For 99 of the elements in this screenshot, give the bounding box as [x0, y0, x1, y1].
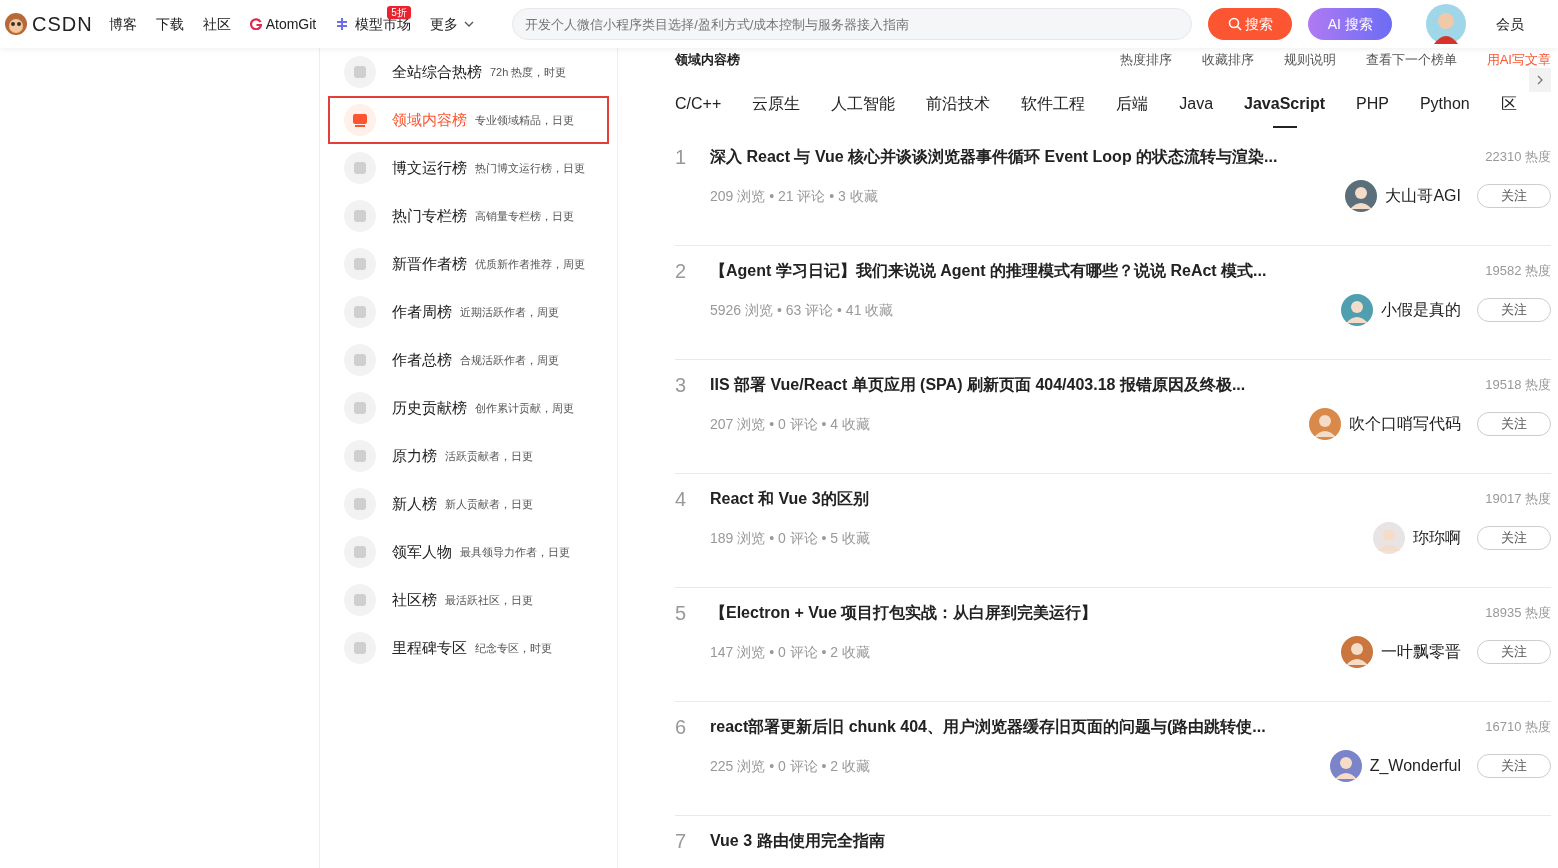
search-icon: [1227, 17, 1242, 31]
ranking-menu-item[interactable]: 新人榜 新人贡献者，日更: [328, 480, 609, 528]
author-name[interactable]: 珎珎啊: [1413, 526, 1461, 550]
ranking-menu-item[interactable]: 新晋作者榜 优质新作者推荐，周更: [328, 240, 609, 288]
nav-link[interactable]: 博客: [108, 13, 137, 35]
article-stats: 5926 浏览 • 63 评论 • 41 收藏: [710, 300, 894, 320]
article-title[interactable]: React 和 Vue 3的区别: [710, 487, 869, 511]
ranking-menu-item[interactable]: 原力榜 活跃贡献者，日更: [328, 432, 609, 480]
article-title[interactable]: IIS 部署 Vue/React 单页应用 (SPA) 刷新页面 404/403.18 报错原因及终极...: [710, 373, 1246, 397]
author-name[interactable]: Z_Wonderful: [1369, 754, 1461, 778]
follow-button[interactable]: 关注: [1477, 298, 1551, 322]
follow-button[interactable]: 关注: [1477, 526, 1551, 550]
header-link[interactable]: 热度排序: [1119, 52, 1172, 68]
author-name[interactable]: 大山哥AGI: [1385, 184, 1461, 208]
rank-number: 5: [675, 601, 688, 626]
badge-icon: [344, 248, 376, 280]
article-title[interactable]: react部署更新后旧 chunk 404、用户浏览器缓存旧页面的问题与(路由跳转使...: [710, 715, 1266, 739]
author-name[interactable]: 小假是真的: [1381, 298, 1461, 322]
rank-number: 4: [675, 487, 688, 512]
ranking-menu-item[interactable]: 作者总榜 合规活跃作者，周更: [328, 336, 609, 384]
ranking-menu-item[interactable]: 里程碑专区 纪念专区，时更: [328, 624, 609, 672]
article-title[interactable]: 【Electron + Vue 项目打包实战：从白屏到完美运行】: [710, 601, 1098, 625]
badge-icon: [344, 584, 376, 616]
nav-link[interactable]: AtomGit: [249, 13, 317, 35]
chevron-down-icon: [464, 21, 475, 27]
category-tab[interactable]: 人工智能: [831, 92, 896, 116]
category-tab[interactable]: 区: [1500, 92, 1517, 116]
badge-icon: [344, 632, 376, 664]
discount-badge: 5折: [387, 5, 411, 19]
ranking-menu-item[interactable]: 历史贡献榜 创作累计贡献，周更: [328, 384, 609, 432]
ranking-menu-item[interactable]: 社区榜 最活跃社区，日更: [328, 576, 609, 624]
nav-link[interactable]: 社区: [202, 13, 231, 35]
heat-count: 19582 热度: [1485, 262, 1551, 281]
rank-number: 7: [675, 829, 688, 854]
badge-icon: [344, 392, 376, 424]
category-tab[interactable]: 前沿技术: [926, 92, 991, 116]
ranking-menu-item[interactable]: 热门专栏榜 高销量专栏榜，日更: [328, 192, 609, 240]
chevron-right-icon: [1537, 75, 1543, 85]
member-link[interactable]: 会员: [1496, 13, 1525, 35]
heat-count: 18935 热度: [1485, 604, 1551, 623]
rank-number: 6: [675, 715, 688, 740]
article-stats: 189 浏览 • 0 评论 • 5 收藏: [710, 528, 870, 548]
follow-button[interactable]: 关注: [1477, 640, 1551, 664]
badge-icon: [344, 440, 376, 472]
badge-icon: [344, 152, 376, 184]
follow-button[interactable]: 关注: [1477, 412, 1551, 436]
category-tab[interactable]: JavaScript: [1244, 92, 1325, 116]
nav-link[interactable]: 下载: [155, 13, 184, 35]
category-tab[interactable]: 后端: [1116, 92, 1149, 116]
category-tab[interactable]: Python: [1419, 92, 1470, 116]
ranking-menu-item[interactable]: 全站综合热榜 72h 热度，时更: [328, 48, 609, 96]
article-stats: 209 浏览 • 21 评论 • 3 收藏: [710, 186, 878, 206]
article-title[interactable]: 【Agent 学习日记】我们来说说 Agent 的推理模式有哪些？说说 ReAct 模式...: [710, 259, 1267, 283]
scroll-right-button[interactable]: [1529, 68, 1551, 92]
category-tab[interactable]: 软件工程: [1021, 92, 1086, 116]
header-link[interactable]: 收藏排序: [1201, 52, 1254, 68]
ranking-menu-item[interactable]: 作者周榜 近期活跃作者，周更: [328, 288, 609, 336]
ranking-menu-item[interactable]: 领域内容榜 专业领域精品，日更: [328, 96, 609, 144]
category-tab[interactable]: PHP: [1356, 92, 1389, 116]
category-tab[interactable]: Java: [1179, 92, 1214, 116]
category-tab[interactable]: 云原生: [752, 92, 801, 116]
badge-icon: [344, 200, 376, 232]
ranking-menu-item[interactable]: 博文运行榜 热门博文运行榜，日更: [328, 144, 609, 192]
header-link[interactable]: 规则说明: [1283, 52, 1336, 68]
follow-button[interactable]: 关注: [1477, 184, 1551, 208]
article-stats: 207 浏览 • 0 评论 • 4 收藏: [710, 414, 870, 434]
code-icon: [344, 104, 376, 136]
badge-icon: [344, 344, 376, 376]
monkey-logo-icon: [4, 12, 28, 36]
board-title: 领域内容榜: [675, 52, 740, 68]
avatar-icon: [1426, 4, 1467, 44]
follow-button[interactable]: 关注: [1477, 754, 1551, 778]
ai-search-button[interactable]: AI 搜索: [1308, 8, 1393, 40]
header-link[interactable]: 查看下一个榜单: [1365, 52, 1457, 68]
rank-number: 1: [675, 145, 688, 170]
cross-icon: [335, 17, 350, 31]
badge-icon: [344, 296, 376, 328]
badge-icon: [344, 488, 376, 520]
badge-icon: [344, 536, 376, 568]
logo-text[interactable]: CSDN: [32, 9, 93, 39]
badge-icon: [344, 56, 376, 88]
article-stats: 225 浏览 • 0 评论 • 2 收藏: [710, 756, 870, 776]
heat-count: 19518 热度: [1485, 376, 1551, 395]
nav-link[interactable]: 更多: [430, 13, 475, 35]
rank-number: 2: [675, 259, 688, 284]
author-name[interactable]: 吹个口哨写代码: [1349, 412, 1461, 436]
category-tab[interactable]: C/C++: [675, 92, 722, 116]
search-field[interactable]: 开发个人微信小程序类目选择/盈利方式/成本控制与服务器接入指南: [512, 8, 1193, 40]
heat-count: 22310 热度: [1485, 148, 1551, 167]
author-name[interactable]: 一叶飘零晋: [1381, 640, 1461, 664]
g-logo-icon: [249, 18, 262, 30]
tab-underline: [1272, 126, 1297, 128]
article-title[interactable]: 深入 React 与 Vue 核心并谈谈浏览器事件循环 Event Loop 的状态流转与渲染...: [710, 145, 1278, 169]
heat-count: 19017 热度: [1485, 490, 1551, 509]
article-title[interactable]: Vue 3 路由使用完全指南: [710, 829, 885, 853]
heat-count: 16710 热度: [1485, 718, 1551, 737]
ranking-menu-item[interactable]: 领军人物 最具领导力作者，日更: [328, 528, 609, 576]
rank-number: 3: [675, 373, 688, 398]
article-stats: 147 浏览 • 0 评论 • 2 收藏: [710, 642, 870, 662]
